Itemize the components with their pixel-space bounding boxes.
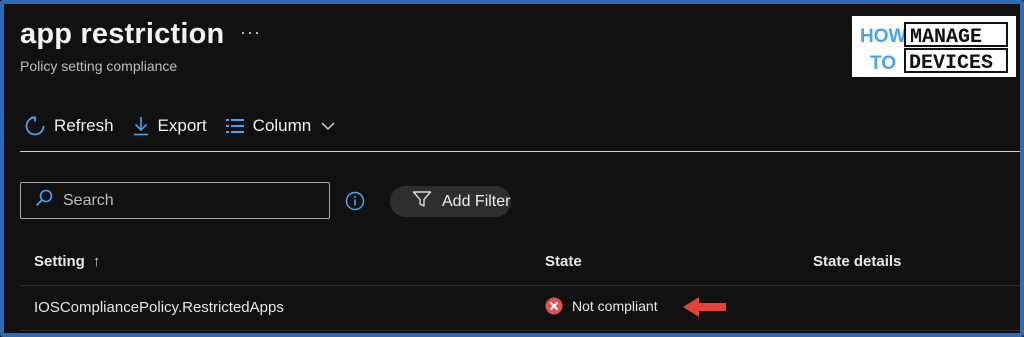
more-options-button[interactable]: ··· [240, 22, 261, 43]
logo-text-to: TO [870, 53, 896, 74]
column-header-setting[interactable]: Setting ↑ [34, 253, 100, 270]
search-input[interactable] [61, 190, 315, 211]
chevron-down-icon [321, 121, 335, 131]
add-filter-label: Add Filter [442, 192, 511, 210]
add-filter-button[interactable]: Add Filter [390, 186, 511, 217]
header-row-divider [20, 285, 1020, 286]
search-icon [35, 189, 53, 212]
column-label: Column [252, 116, 312, 135]
search-box[interactable] [20, 182, 330, 219]
export-button[interactable]: Export [132, 115, 207, 137]
info-icon[interactable] [345, 191, 365, 216]
logo-text-how: HOW [860, 26, 907, 47]
download-icon [132, 115, 150, 137]
list-icon [225, 117, 245, 135]
arrow-left-icon [683, 296, 727, 323]
sort-up-icon: ↑ [92, 253, 101, 270]
brand-logo: HOW TO MANAGE DEVICES [852, 16, 1016, 77]
filter-icon [412, 190, 432, 213]
command-bar: Refresh Export Column [24, 112, 353, 140]
column-header-setting-label: Setting [34, 253, 85, 270]
page-subtitle: Policy setting compliance [20, 58, 178, 74]
export-label: Export [157, 116, 207, 135]
blade-panel: app restriction ··· Policy setting compl… [0, 0, 1024, 337]
table-cell-state: Not compliant [545, 297, 658, 315]
refresh-label: Refresh [54, 116, 114, 135]
logo-text-manage: MANAGE [910, 26, 982, 49]
error-icon [545, 297, 563, 315]
logo-text-devices: DEVICES [909, 52, 993, 75]
toolbar-divider [20, 151, 1020, 152]
state-label: Not compliant [572, 298, 658, 314]
refresh-icon [24, 115, 46, 137]
column-header-state-details[interactable]: State details [813, 253, 901, 270]
column-button[interactable]: Column [225, 116, 336, 136]
page-title: app restriction [20, 18, 225, 50]
column-header-state[interactable]: State [545, 253, 582, 270]
table-cell-setting[interactable]: IOSCompliancePolicy.RestrictedApps [34, 299, 284, 316]
refresh-button[interactable]: Refresh [24, 115, 114, 137]
row-divider [20, 330, 1020, 331]
